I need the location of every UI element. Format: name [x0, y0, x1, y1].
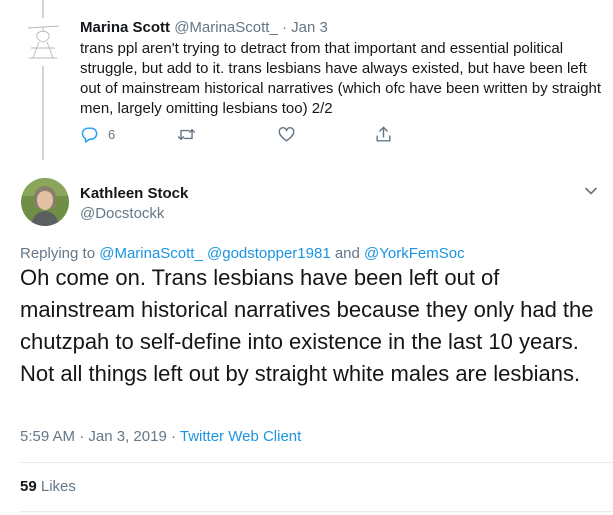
tweet-date[interactable]: Jan 3, 2019: [88, 428, 166, 445]
likes-label: Likes: [40, 478, 76, 495]
divider: [20, 511, 613, 512]
tweet-date[interactable]: Jan 3: [291, 19, 328, 36]
reply-count: 6: [108, 126, 116, 142]
author-handle[interactable]: @MarinaScott_: [174, 19, 278, 36]
tweet-text: trans ppl aren't trying to detract from …: [80, 40, 602, 117]
likes-number: 59: [20, 478, 37, 495]
author-name[interactable]: Kathleen Stock: [80, 184, 188, 204]
reply-tweet-header: Marina Scott @MarinaScott_ · Jan 3: [80, 18, 600, 38]
tweet-time[interactable]: 5:59 AM: [20, 428, 75, 445]
avatar[interactable]: [19, 18, 67, 66]
reply-icon: [81, 126, 98, 143]
author-handle[interactable]: @Docstockk: [80, 204, 164, 224]
mention-link[interactable]: @YorkFemSoc: [364, 245, 465, 262]
retweet-button[interactable]: [177, 123, 196, 145]
chevron-down-icon[interactable]: [584, 184, 598, 198]
retweet-icon: [177, 128, 196, 140]
share-icon: [376, 126, 391, 142]
client-link[interactable]: Twitter Web Client: [180, 428, 301, 445]
author-name[interactable]: Marina Scott: [80, 19, 170, 36]
tweet-actions: 6: [80, 123, 410, 145]
avatar[interactable]: [21, 178, 69, 226]
replying-to: Replying to @MarinaScott_ @godstopper198…: [20, 244, 465, 264]
like-button[interactable]: [277, 123, 296, 145]
mention-link[interactable]: @godstopper1981: [207, 245, 331, 262]
tweet-text: Oh come on. Trans lesbians have been lef…: [20, 265, 594, 386]
reply-button[interactable]: 6: [80, 123, 115, 145]
tweet-meta: 5:59 AM · Jan 3, 2019 · Twitter Web Clie…: [20, 427, 301, 447]
share-button[interactable]: [374, 123, 393, 145]
separator: ·: [79, 428, 85, 445]
divider: [20, 462, 613, 463]
reply-tweet[interactable]: Marina Scott @MarinaScott_ · Jan 3 trans…: [80, 18, 601, 119]
like-icon: [278, 126, 295, 142]
separator: ·: [281, 19, 287, 36]
and-word: and: [334, 245, 360, 262]
likes-count[interactable]: 59 Likes: [20, 477, 76, 497]
mention-link[interactable]: @MarinaScott_: [99, 245, 203, 262]
replying-to-label: Replying to: [20, 245, 96, 262]
separator: ·: [170, 428, 176, 445]
